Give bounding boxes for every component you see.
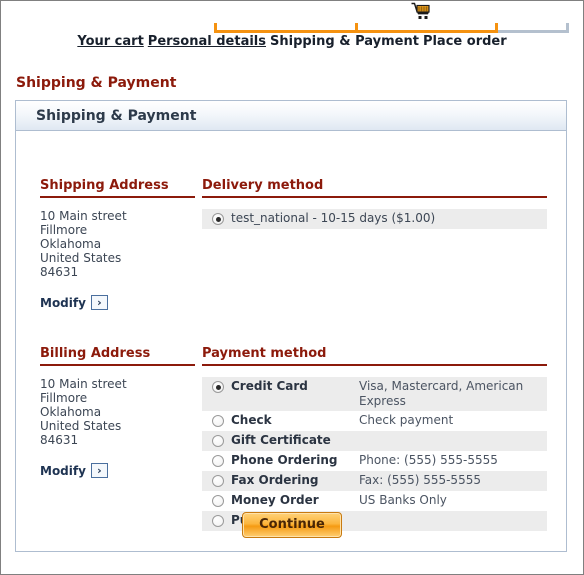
- progress-tick-1: [214, 23, 217, 33]
- progress-segment-done-2: [357, 30, 497, 33]
- payment-option-name: Money Order: [231, 493, 319, 507]
- payment-method-title: Payment method: [202, 346, 547, 366]
- payment-option-name: Credit Card: [231, 379, 308, 393]
- progress-segment-done-1: [214, 30, 357, 33]
- continue-button[interactable]: Continue: [242, 512, 342, 538]
- shopping-cart-icon: [411, 2, 433, 20]
- panel-header: Shipping & Payment: [16, 101, 566, 131]
- payment-option-desc: Visa, Mastercard, American Express: [359, 379, 524, 408]
- payment-option-name: Phone Ordering: [231, 453, 338, 467]
- shipping-address-block: Shipping Address 10 Main street Fillmore…: [40, 178, 195, 310]
- address-line: 84631: [40, 433, 79, 447]
- billing-address-block: Billing Address 10 Main street Fillmore …: [40, 346, 195, 478]
- step-your-cart[interactable]: Your cart: [77, 34, 143, 49]
- delivery-option-label: test_national - 10-15 days ($1.00): [231, 211, 436, 225]
- payment-option-row[interactable]: Fax Ordering Fax: (555) 555-5555: [202, 471, 547, 491]
- address-line: Oklahoma: [40, 237, 102, 251]
- payment-option-radio[interactable]: [212, 455, 224, 467]
- payment-option-radio[interactable]: [212, 415, 224, 427]
- continue-button-area: Continue: [16, 512, 568, 538]
- payment-option-desc: Phone: (555) 555-5555: [359, 453, 498, 467]
- checkout-progress: Your cart Personal details Shipping & Paym…: [1, 1, 583, 57]
- address-line: United States: [40, 251, 122, 265]
- payment-option-row[interactable]: Phone Ordering Phone: (555) 555-5555: [202, 451, 547, 471]
- shipping-payment-panel: Shipping & Payment Shipping Address 10 M…: [15, 100, 567, 552]
- modify-shipping-address-button[interactable]: Modify ›: [40, 295, 108, 310]
- panel-header-title: Shipping & Payment: [36, 108, 197, 124]
- payment-option-desc: Check payment: [359, 413, 454, 427]
- payment-option-radio[interactable]: [212, 495, 224, 507]
- address-line: 10 Main street: [40, 377, 127, 391]
- step-shipping-payment: Shipping & Payment: [270, 34, 419, 49]
- address-line: 84631: [40, 265, 79, 279]
- payment-option-row[interactable]: Credit Card Visa, Mastercard, American E…: [202, 377, 547, 411]
- checkout-step-labels: Your cart Personal details Shipping & Paym…: [1, 34, 583, 54]
- payment-option-name: Fax Ordering: [231, 473, 319, 487]
- payment-option-desc: Fax: (555) 555-5555: [359, 473, 481, 487]
- payment-method-list: Credit Card Visa, Mastercard, American E…: [202, 377, 547, 531]
- step-place-order: Place order: [422, 34, 507, 49]
- address-line: Oklahoma: [40, 405, 102, 419]
- progress-tick-4: [566, 23, 569, 33]
- chevron-right-icon: ›: [90, 463, 108, 478]
- payment-option-desc: US Banks Only: [359, 493, 447, 507]
- payment-option-radio[interactable]: [212, 381, 224, 393]
- payment-option-row[interactable]: Money Order US Banks Only: [202, 491, 547, 511]
- page-title: Shipping & Payment: [16, 75, 177, 91]
- progress-tick-3: [495, 23, 498, 33]
- chevron-right-icon: ›: [90, 295, 108, 310]
- progress-segment-todo: [497, 30, 569, 33]
- progress-tick-2: [355, 23, 358, 33]
- billing-address-title: Billing Address: [40, 346, 195, 366]
- panel-body: Shipping Address 10 Main street Fillmore…: [16, 131, 566, 551]
- checkout-page: Your cart Personal details Shipping & Paym…: [1, 1, 583, 574]
- step-personal-details[interactable]: Personal details: [148, 34, 266, 49]
- address-line: Fillmore: [40, 223, 88, 237]
- delivery-method-title: Delivery method: [202, 178, 547, 198]
- delivery-option-radio[interactable]: [212, 213, 224, 225]
- address-line: 10 Main street: [40, 209, 127, 223]
- payment-option-radio[interactable]: [212, 475, 224, 487]
- modify-billing-label: Modify: [40, 463, 86, 478]
- payment-option-row[interactable]: Gift Certificate: [202, 431, 547, 451]
- payment-option-radio[interactable]: [212, 435, 224, 447]
- payment-option-name: Check: [231, 413, 272, 427]
- delivery-method-block: Delivery method test_national - 10-15 da…: [202, 178, 547, 229]
- delivery-method-list: test_national - 10-15 days ($1.00): [202, 209, 547, 229]
- address-line: United States: [40, 419, 122, 433]
- shipping-address-title: Shipping Address: [40, 178, 195, 198]
- progress-track: [214, 23, 569, 33]
- modify-billing-address-button[interactable]: Modify ›: [40, 463, 108, 478]
- payment-option-name: Gift Certificate: [231, 433, 331, 447]
- modify-shipping-label: Modify: [40, 295, 86, 310]
- address-line: Fillmore: [40, 391, 88, 405]
- payment-option-row[interactable]: Check Check payment: [202, 411, 547, 431]
- delivery-option-row[interactable]: test_national - 10-15 days ($1.00): [202, 209, 547, 229]
- shipping-address-text: 10 Main street Fillmore Oklahoma United …: [40, 209, 195, 279]
- billing-address-text: 10 Main street Fillmore Oklahoma United …: [40, 377, 195, 447]
- payment-method-block: Payment method Credit Card Visa, Masterc…: [202, 346, 547, 531]
